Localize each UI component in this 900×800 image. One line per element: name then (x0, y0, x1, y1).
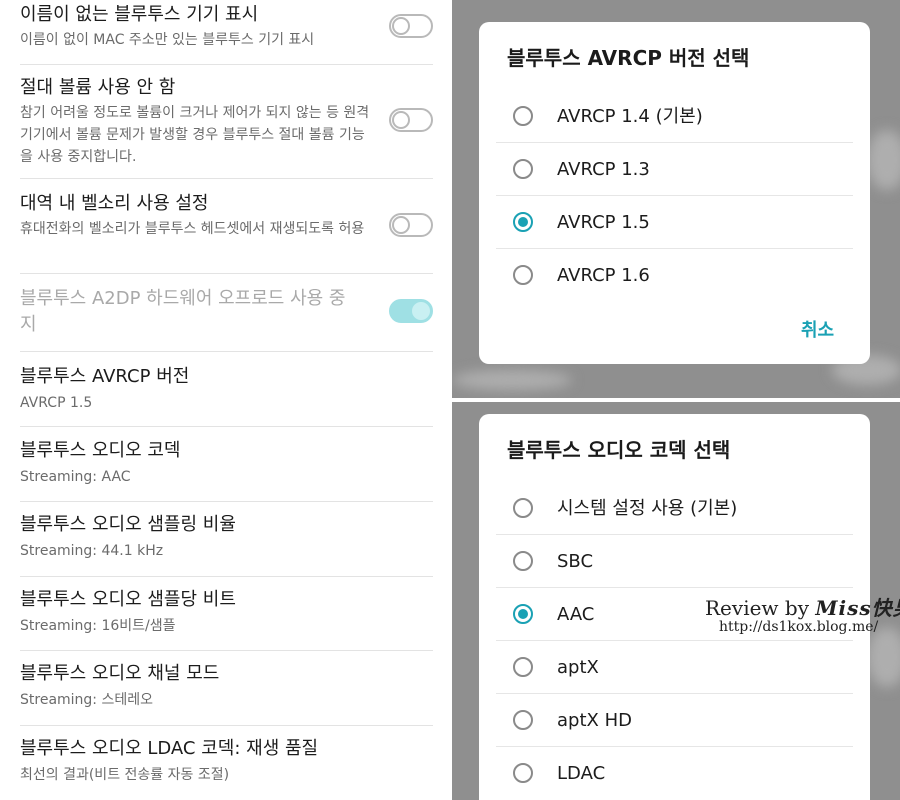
radio-button[interactable] (513, 498, 533, 518)
option-label: AVRCP 1.3 (557, 159, 650, 180)
codec-option-ldac[interactable]: LDAC (496, 747, 853, 800)
dialog-title: 블루투스 AVRCP 버전 선택 (507, 46, 750, 70)
setting-subtitle: 참기 어려울 정도로 볼륨이 크거나 제어가 되지 않는 등 원격 기기에서 볼… (20, 105, 370, 165)
radio-button-selected[interactable] (513, 212, 533, 232)
radio-button[interactable] (513, 106, 533, 126)
cancel-button[interactable]: 취소 (801, 316, 834, 342)
setting-title: 블루투스 오디오 LDAC 코덱: 재생 품질 (20, 738, 319, 759)
setting-show-unnamed-devices[interactable]: 이름이 없는 블루투스 기기 표시 이름이 없이 MAC 주소만 있는 블루투스… (0, 0, 452, 64)
option-label: AVRCP 1.5 (557, 212, 650, 233)
codec-option-aptx-hd[interactable]: aptX HD (496, 694, 853, 747)
radio-button[interactable] (513, 710, 533, 730)
toggle-knob (392, 111, 410, 129)
setting-subtitle: AVRCP 1.5 (20, 395, 93, 411)
dialog-title: 블루투스 오디오 코덱 선택 (507, 438, 731, 462)
setting-title: 블루투스 AVRCP 버전 (20, 366, 190, 387)
option-label: LDAC (557, 763, 606, 784)
watermark-url: http://ds1kox.blog.me/ (719, 619, 879, 635)
avrcp-option-1-5[interactable]: AVRCP 1.5 (496, 196, 853, 249)
watermark-brand: Miss快男 (815, 596, 900, 620)
option-label: 시스템 설정 사용 (기본) (557, 498, 738, 519)
watermark-review-by: Review by Miss快男™ (705, 592, 900, 621)
setting-title: 블루투스 A2DP 하드웨어 오프로드 사용 중지 (20, 288, 346, 335)
codec-option-system-default[interactable]: 시스템 설정 사용 (기본) (496, 482, 853, 535)
audio-codec-dialog: 블루투스 오디오 코덱 선택 시스템 설정 사용 (기본) SBC AAC ap… (479, 414, 900, 800)
codec-option-aptx[interactable]: aptX (496, 641, 853, 694)
toggle-switch (389, 299, 433, 323)
radio-button[interactable] (513, 265, 533, 285)
setting-subtitle: Streaming: AAC (20, 469, 131, 485)
setting-title: 대역 내 벨소리 사용 설정 (20, 193, 209, 214)
radio-button[interactable] (513, 657, 533, 677)
option-label: AVRCP 1.4 (기본) (557, 106, 703, 127)
setting-title: 블루투스 오디오 코덱 (20, 440, 181, 461)
radio-button[interactable] (513, 551, 533, 571)
setting-subtitle: Streaming: 스테레오 (20, 692, 153, 708)
avrcp-version-dialog: 블루투스 AVRCP 버전 선택 AVRCP 1.4 (기본) AVRCP 1.… (479, 22, 870, 364)
setting-title: 절대 볼륨 사용 안 함 (20, 77, 176, 98)
radio-button[interactable] (513, 159, 533, 179)
option-label: aptX (557, 657, 599, 678)
option-label: aptX HD (557, 710, 632, 731)
radio-button-selected[interactable] (513, 604, 533, 624)
setting-subtitle: Streaming: 44.1 kHz (20, 543, 164, 559)
setting-avrcp-version[interactable]: 블루투스 AVRCP 버전 AVRCP 1.5 (0, 352, 452, 426)
option-label: AAC (557, 604, 595, 625)
setting-audio-codec[interactable]: 블루투스 오디오 코덱 Streaming: AAC (0, 427, 452, 501)
toggle-knob (392, 216, 410, 234)
setting-ldac-quality[interactable]: 블루투스 오디오 LDAC 코덱: 재생 품질 최선의 결과(비트 전송률 자동… (0, 726, 452, 800)
toggle-knob (392, 17, 410, 35)
setting-title: 이름이 없는 블루투스 기기 표시 (20, 4, 259, 25)
toggle-switch[interactable] (389, 14, 433, 38)
setting-disable-absolute-volume[interactable]: 절대 볼륨 사용 안 함 참기 어려울 정도로 볼륨이 크거나 제어가 되지 않… (0, 65, 452, 178)
setting-inband-ringtone[interactable]: 대역 내 벨소리 사용 설정 휴대전화의 벨소리가 블루투스 헤드셋에서 재생되… (0, 179, 452, 273)
codec-option-sbc[interactable]: SBC (496, 535, 853, 588)
toggle-switch[interactable] (389, 213, 433, 237)
setting-bits-per-sample[interactable]: 블루투스 오디오 샘플당 비트 Streaming: 16비트/샘플 (0, 577, 452, 650)
bluetooth-settings-list: 이름이 없는 블루투스 기기 표시 이름이 없이 MAC 주소만 있는 블루투스… (0, 0, 452, 800)
setting-title: 블루투스 오디오 샘플당 비트 (20, 589, 236, 610)
setting-sample-rate[interactable]: 블루투스 오디오 샘플링 비율 Streaming: 44.1 kHz (0, 502, 452, 576)
codec-dialog-backdrop[interactable]: 블루투스 오디오 코덱 선택 시스템 설정 사용 (기본) SBC AAC ap… (452, 402, 900, 800)
option-label: SBC (557, 551, 594, 572)
setting-channel-mode[interactable]: 블루투스 오디오 채널 모드 Streaming: 스테레오 (0, 651, 452, 725)
avrcp-dialog-backdrop[interactable]: 블루투스 AVRCP 버전 선택 AVRCP 1.4 (기본) AVRCP 1.… (452, 0, 900, 398)
toggle-knob (412, 302, 430, 320)
setting-title: 블루투스 오디오 샘플링 비율 (20, 514, 236, 535)
setting-subtitle: Streaming: 16비트/샘플 (20, 618, 176, 634)
setting-subtitle: 이름이 없이 MAC 주소만 있는 블루투스 기기 표시 (20, 32, 315, 48)
avrcp-option-1-3[interactable]: AVRCP 1.3 (496, 143, 853, 196)
avrcp-option-1-4[interactable]: AVRCP 1.4 (기본) (496, 90, 853, 143)
radio-button[interactable] (513, 763, 533, 783)
setting-subtitle: 최선의 결과(비트 전송률 자동 조절) (20, 767, 230, 783)
option-label: AVRCP 1.6 (557, 265, 650, 286)
toggle-switch[interactable] (389, 108, 433, 132)
avrcp-option-1-6[interactable]: AVRCP 1.6 (496, 249, 853, 302)
setting-disable-a2dp-offload: 블루투스 A2DP 하드웨어 오프로드 사용 중지 (0, 274, 452, 351)
setting-subtitle: 휴대전화의 벨소리가 블루투스 헤드셋에서 재생되도록 허용 (20, 221, 365, 237)
setting-title: 블루투스 오디오 채널 모드 (20, 663, 220, 684)
